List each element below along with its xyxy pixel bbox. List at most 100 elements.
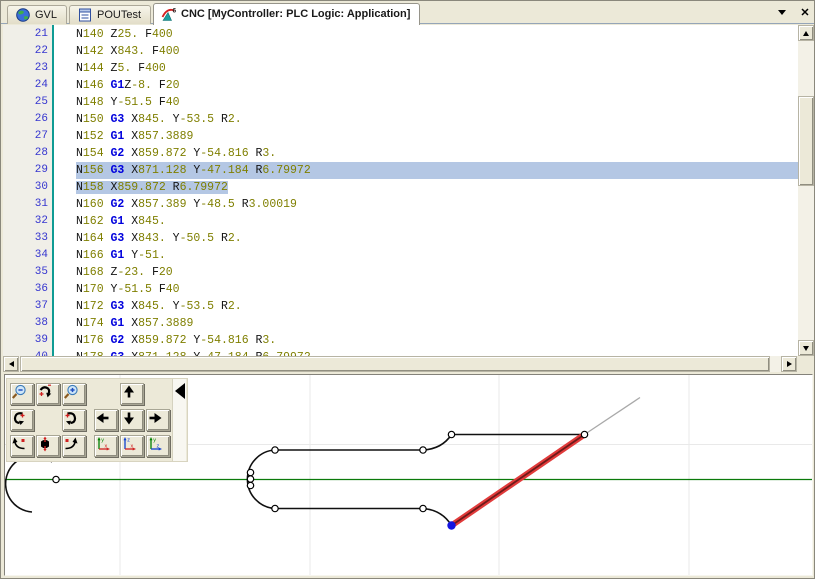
- scroll-right-button[interactable]: [781, 356, 797, 372]
- code-line[interactable]: N162 G1 X845.: [56, 213, 798, 230]
- code-line[interactable]: N178 G3 X871.128 Y-47.184 R6.79972: [56, 349, 798, 356]
- arrow-right-icon: [787, 361, 792, 367]
- code-line-text: N168 Z-23. F20: [76, 266, 173, 279]
- code-line-text: N164 G3 X843. Y-50.5 R2.: [76, 232, 242, 245]
- code-line-text: N142 X843. F400: [76, 45, 180, 58]
- horizontal-scroll-thumb[interactable]: [20, 356, 770, 372]
- gcode-editor[interactable]: 2122232425262728293031323334353637383940…: [3, 25, 798, 356]
- code-line[interactable]: N156 G3 X871.128 Y-47.184 R6.79972: [56, 162, 798, 179]
- code-line-text: N174 G1 X857.3889: [76, 317, 193, 330]
- tabbar-controls: ✕: [775, 5, 812, 19]
- code-line-text: N148 Y-51.5 F40: [76, 96, 180, 109]
- vertical-scroll-thumb[interactable]: [798, 96, 814, 186]
- rotate-right-button[interactable]: [62, 409, 86, 431]
- arc-right-button[interactable]: [62, 435, 86, 457]
- code-line[interactable]: N150 G3 X845. Y-53.5 R2.: [56, 111, 798, 128]
- rotate-left-button[interactable]: [10, 409, 34, 431]
- waypoint-marker: [420, 447, 426, 453]
- document-tabbar: GVL POUTest6CNC [MyController: PLC Logic:…: [1, 1, 815, 24]
- code-line[interactable]: N166 G1 Y-51.: [56, 247, 798, 264]
- line-number: 38: [3, 315, 52, 332]
- gcode-text-area[interactable]: N140 Z25. F400 N142 X843. F400 N144 Z5. F4…: [56, 26, 798, 356]
- pan-up-button[interactable]: [120, 383, 144, 405]
- waypoint-marker: [247, 469, 253, 475]
- cnc-path-viewer[interactable]: yxzxyz: [4, 374, 813, 576]
- waypoint-marker: [272, 447, 278, 453]
- close-document-button[interactable]: ✕: [798, 5, 812, 19]
- code-line[interactable]: N148 Y-51.5 F40: [56, 94, 798, 111]
- line-number: 24: [3, 77, 52, 94]
- code-line[interactable]: N168 Z-23. F20: [56, 264, 798, 281]
- line-numbers: 2122232425262728293031323334353637383940: [3, 26, 52, 356]
- code-line-text: N146 G1Z-8. F20: [76, 79, 180, 92]
- svg-text:x: x: [131, 443, 134, 449]
- line-number: 36: [3, 281, 52, 298]
- scroll-up-button[interactable]: [798, 25, 814, 41]
- code-line[interactable]: N146 G1Z-8. F20: [56, 77, 798, 94]
- code-line[interactable]: N172 G3 X845. Y-53.5 R2.: [56, 298, 798, 315]
- gutter-divider: [52, 25, 54, 356]
- code-line[interactable]: N170 Y-51.5 F40: [56, 281, 798, 298]
- view-xy-button[interactable]: yx: [94, 435, 118, 457]
- zoom-in-button[interactable]: [62, 383, 86, 405]
- current-position-point: [447, 521, 455, 529]
- code-line[interactable]: N174 G1 X857.3889: [56, 315, 798, 332]
- arrow-left-icon: [9, 361, 14, 367]
- view-yz-button[interactable]: yz: [146, 435, 170, 457]
- code-line[interactable]: N140 Z25. F400: [56, 26, 798, 43]
- tab-poutest[interactable]: POUTest: [69, 5, 151, 24]
- svg-text:x: x: [105, 443, 108, 449]
- pan-left-button[interactable]: [94, 409, 118, 431]
- zoom-out-button[interactable]: [10, 383, 34, 405]
- arc-vertical-button[interactable]: [36, 435, 60, 457]
- horizontal-scrollbar[interactable]: [3, 356, 797, 372]
- collapse-left-icon: [174, 382, 186, 400]
- code-line-text: N154 G2 X859.872 Y-54.816 R3.: [76, 147, 276, 160]
- code-line[interactable]: N144 Z5. F400: [56, 60, 798, 77]
- tab-cnc[interactable]: 6CNC [MyController: PLC Logic: Applicati…: [153, 3, 420, 25]
- code-line-text: N176 G2 X859.872 Y-54.816 R3.: [76, 334, 276, 347]
- tab-label: CNC [MyController: PLC Logic: Applicatio…: [181, 8, 410, 20]
- toolbar-collapse-handle[interactable]: [172, 379, 186, 461]
- waypoint-marker: [53, 476, 59, 482]
- arc-left-button[interactable]: [10, 435, 34, 457]
- waypoint-marker: [272, 505, 278, 511]
- document-tabs: GVL POUTest6CNC [MyController: PLC Logic:…: [7, 1, 422, 24]
- line-number: 23: [3, 60, 52, 77]
- tab-gvl[interactable]: GVL: [7, 5, 67, 24]
- cnc-editor-window: GVL POUTest6CNC [MyController: PLC Logic:…: [0, 0, 815, 579]
- tab-list-dropdown-button[interactable]: [775, 5, 789, 19]
- line-number: 28: [3, 145, 52, 162]
- waypoint-marker: [448, 431, 454, 437]
- line-number: 39: [3, 332, 52, 349]
- viewer-toolbar: yxzxyz: [6, 378, 188, 462]
- scroll-down-button[interactable]: [798, 340, 814, 356]
- pan-down-button[interactable]: [120, 409, 144, 431]
- arrow-down-icon: [803, 346, 809, 351]
- view-xz-button[interactable]: zx: [120, 435, 144, 457]
- code-line-text: N152 G1 X857.3889: [76, 130, 193, 143]
- code-line-text: N144 Z5. F400: [76, 62, 166, 75]
- code-line-text: N162 G1 X845.: [76, 215, 166, 228]
- code-line[interactable]: N154 G2 X859.872 Y-54.816 R3.: [56, 145, 798, 162]
- code-line-text: N172 G3 X845. Y-53.5 R2.: [76, 300, 242, 313]
- code-line[interactable]: N152 G1 X857.3889: [56, 128, 798, 145]
- code-line-text: N140 Z25. F400: [76, 28, 173, 41]
- code-line[interactable]: N160 G2 X857.389 Y-48.5 R3.00019: [56, 196, 798, 213]
- svg-text:z: z: [157, 443, 160, 449]
- code-line-text: N166 G1 Y-51.: [76, 249, 166, 262]
- code-line[interactable]: N164 G3 X843. Y-50.5 R2.: [56, 230, 798, 247]
- scroll-left-button[interactable]: [3, 356, 19, 372]
- code-line[interactable]: N158 X859.872 R6.79972: [56, 179, 798, 196]
- tab-label: GVL: [35, 9, 57, 21]
- arrow-up-icon: [803, 31, 809, 36]
- rotate-view-button[interactable]: [36, 383, 60, 405]
- code-line-text: N158 X859.872 R6.79972: [76, 181, 228, 194]
- line-number: 32: [3, 213, 52, 230]
- vertical-scrollbar[interactable]: [798, 25, 814, 356]
- pan-right-button[interactable]: [146, 409, 170, 431]
- code-line[interactable]: N176 G2 X859.872 Y-54.816 R3.: [56, 332, 798, 349]
- waypoint-marker: [247, 482, 253, 488]
- line-number: 30: [3, 179, 52, 196]
- code-line[interactable]: N142 X843. F400: [56, 43, 798, 60]
